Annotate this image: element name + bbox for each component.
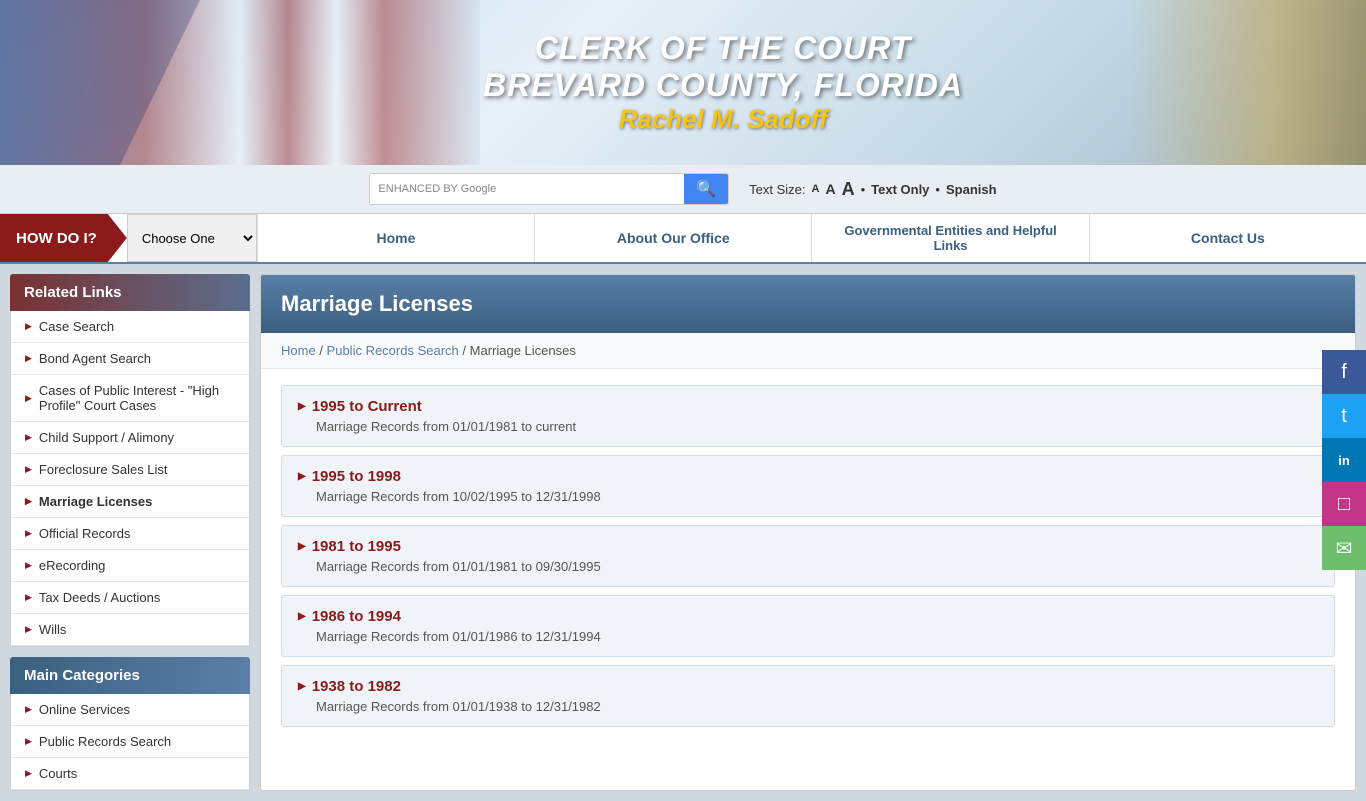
sidebar-item-bond-agent[interactable]: Bond Agent Search	[11, 343, 249, 375]
nav-contact[interactable]: Contact Us	[1089, 214, 1366, 262]
site-title-block: CLERK OF THE COURT BREVARD COUNTY, FLORI…	[483, 30, 963, 135]
nav-bar: HOW DO I? Choose One Home About Our Offi…	[0, 214, 1366, 264]
sidebar-item-tax-deeds[interactable]: Tax Deeds / Auctions	[11, 582, 249, 614]
linkedin-button[interactable]: in	[1322, 438, 1366, 482]
main-categories-title: Main Categories	[10, 657, 250, 694]
nav-gov[interactable]: Governmental Entities and Helpful Links	[811, 214, 1088, 262]
sidebar-item-high-profile[interactable]: Cases of Public Interest - "High Profile…	[11, 375, 249, 422]
search-bar: ENHANCED BY Google 🔍 Text Size: A A A • …	[0, 165, 1366, 214]
how-do-i-select[interactable]: Choose One	[127, 214, 257, 262]
record-title-4: 1938 to 1982	[298, 678, 1318, 695]
instagram-icon: □	[1338, 493, 1350, 516]
site-header: CLERK OF THE COURT BREVARD COUNTY, FLORI…	[0, 0, 1366, 165]
spanish-link[interactable]: Spanish	[946, 182, 997, 197]
content-title: Marriage Licenses	[261, 275, 1355, 333]
sidebar-item-online-services[interactable]: Online Services	[11, 694, 249, 726]
text-size-label: Text Size:	[749, 182, 805, 197]
sidebar: Related Links Case Search Bond Agent Sea…	[10, 274, 250, 791]
breadcrumb-current: Marriage Licenses	[470, 343, 576, 358]
record-desc-0: Marriage Records from 01/01/1981 to curr…	[298, 419, 1318, 434]
content-body: 1995 to Current Marriage Records from 01…	[261, 369, 1355, 751]
record-desc-1: Marriage Records from 10/02/1995 to 12/3…	[298, 489, 1318, 504]
sidebar-item-marriage-licenses[interactable]: Marriage Licenses	[11, 486, 249, 518]
facebook-button[interactable]: f	[1322, 350, 1366, 394]
google-search-box: ENHANCED BY Google 🔍	[369, 173, 729, 205]
sidebar-item-foreclosure[interactable]: Foreclosure Sales List	[11, 454, 249, 486]
sidebar-item-courts[interactable]: Courts	[11, 758, 249, 790]
text-size-controls: Text Size: A A A • Text Only • Spanish	[749, 179, 996, 200]
twitter-button[interactable]: t	[1322, 394, 1366, 438]
site-title-line2: BREVARD COUNTY, FLORIDA	[483, 67, 963, 104]
record-item-1[interactable]: 1995 to 1998 Marriage Records from 10/02…	[281, 455, 1335, 517]
record-desc-2: Marriage Records from 01/01/1981 to 09/3…	[298, 559, 1318, 574]
main-categories-list: Online Services Public Records Search Co…	[10, 694, 250, 791]
search-button[interactable]: 🔍	[684, 173, 728, 205]
record-desc-4: Marriage Records from 01/01/1938 to 12/3…	[298, 699, 1318, 714]
record-title-1: 1995 to 1998	[298, 468, 1318, 485]
record-title-2: 1981 to 1995	[298, 538, 1318, 555]
twitter-icon: t	[1341, 405, 1347, 428]
record-title-3: 1986 to 1994	[298, 608, 1318, 625]
record-item-3[interactable]: 1986 to 1994 Marriage Records from 01/01…	[281, 595, 1335, 657]
sidebar-item-public-records[interactable]: Public Records Search	[11, 726, 249, 758]
nav-about[interactable]: About Our Office	[534, 214, 811, 262]
related-links-list: Case Search Bond Agent Search Cases of P…	[10, 311, 250, 647]
text-size-small[interactable]: A	[812, 183, 820, 195]
sidebar-item-official-records[interactable]: Official Records	[11, 518, 249, 550]
breadcrumb: Home / Public Records Search / Marriage …	[261, 333, 1355, 369]
content-area: Marriage Licenses Home / Public Records …	[260, 274, 1356, 791]
text-only-link[interactable]: Text Only	[871, 182, 929, 197]
nav-links: Home About Our Office Governmental Entit…	[257, 214, 1366, 262]
record-item-0[interactable]: 1995 to Current Marriage Records from 01…	[281, 385, 1335, 447]
main-layout: Related Links Case Search Bond Agent Sea…	[0, 264, 1366, 801]
breadcrumb-home[interactable]: Home	[281, 343, 316, 358]
text-size-medium[interactable]: A	[825, 181, 835, 197]
record-item-4[interactable]: 1938 to 1982 Marriage Records from 01/01…	[281, 665, 1335, 727]
google-label: ENHANCED BY Google	[370, 183, 504, 195]
email-button[interactable]: ✉	[1322, 526, 1366, 570]
email-icon: ✉	[1336, 536, 1353, 561]
eagle-decoration	[1066, 0, 1366, 165]
nav-home[interactable]: Home	[257, 214, 534, 262]
sidebar-item-wills[interactable]: Wills	[11, 614, 249, 646]
search-input[interactable]	[504, 182, 684, 197]
how-do-i-label: HOW DO I?	[0, 214, 127, 262]
facebook-icon: f	[1341, 361, 1347, 384]
related-links-title: Related Links	[10, 274, 250, 311]
text-size-large[interactable]: A	[842, 179, 855, 200]
instagram-button[interactable]: □	[1322, 482, 1366, 526]
sidebar-item-child-support[interactable]: Child Support / Alimony	[11, 422, 249, 454]
breadcrumb-section[interactable]: Public Records Search	[327, 343, 459, 358]
record-title-0: 1995 to Current	[298, 398, 1318, 415]
record-item-2[interactable]: 1981 to 1995 Marriage Records from 01/01…	[281, 525, 1335, 587]
sidebar-item-erecording[interactable]: eRecording	[11, 550, 249, 582]
sidebar-item-case-search[interactable]: Case Search	[11, 311, 249, 343]
record-desc-3: Marriage Records from 01/01/1986 to 12/3…	[298, 629, 1318, 644]
social-bar: f t in □ ✉	[1322, 350, 1366, 570]
site-title-line1: CLERK OF THE COURT	[483, 30, 963, 67]
site-title-line3: Rachel M. Sadoff	[483, 104, 963, 135]
linkedin-icon: in	[1338, 453, 1350, 468]
